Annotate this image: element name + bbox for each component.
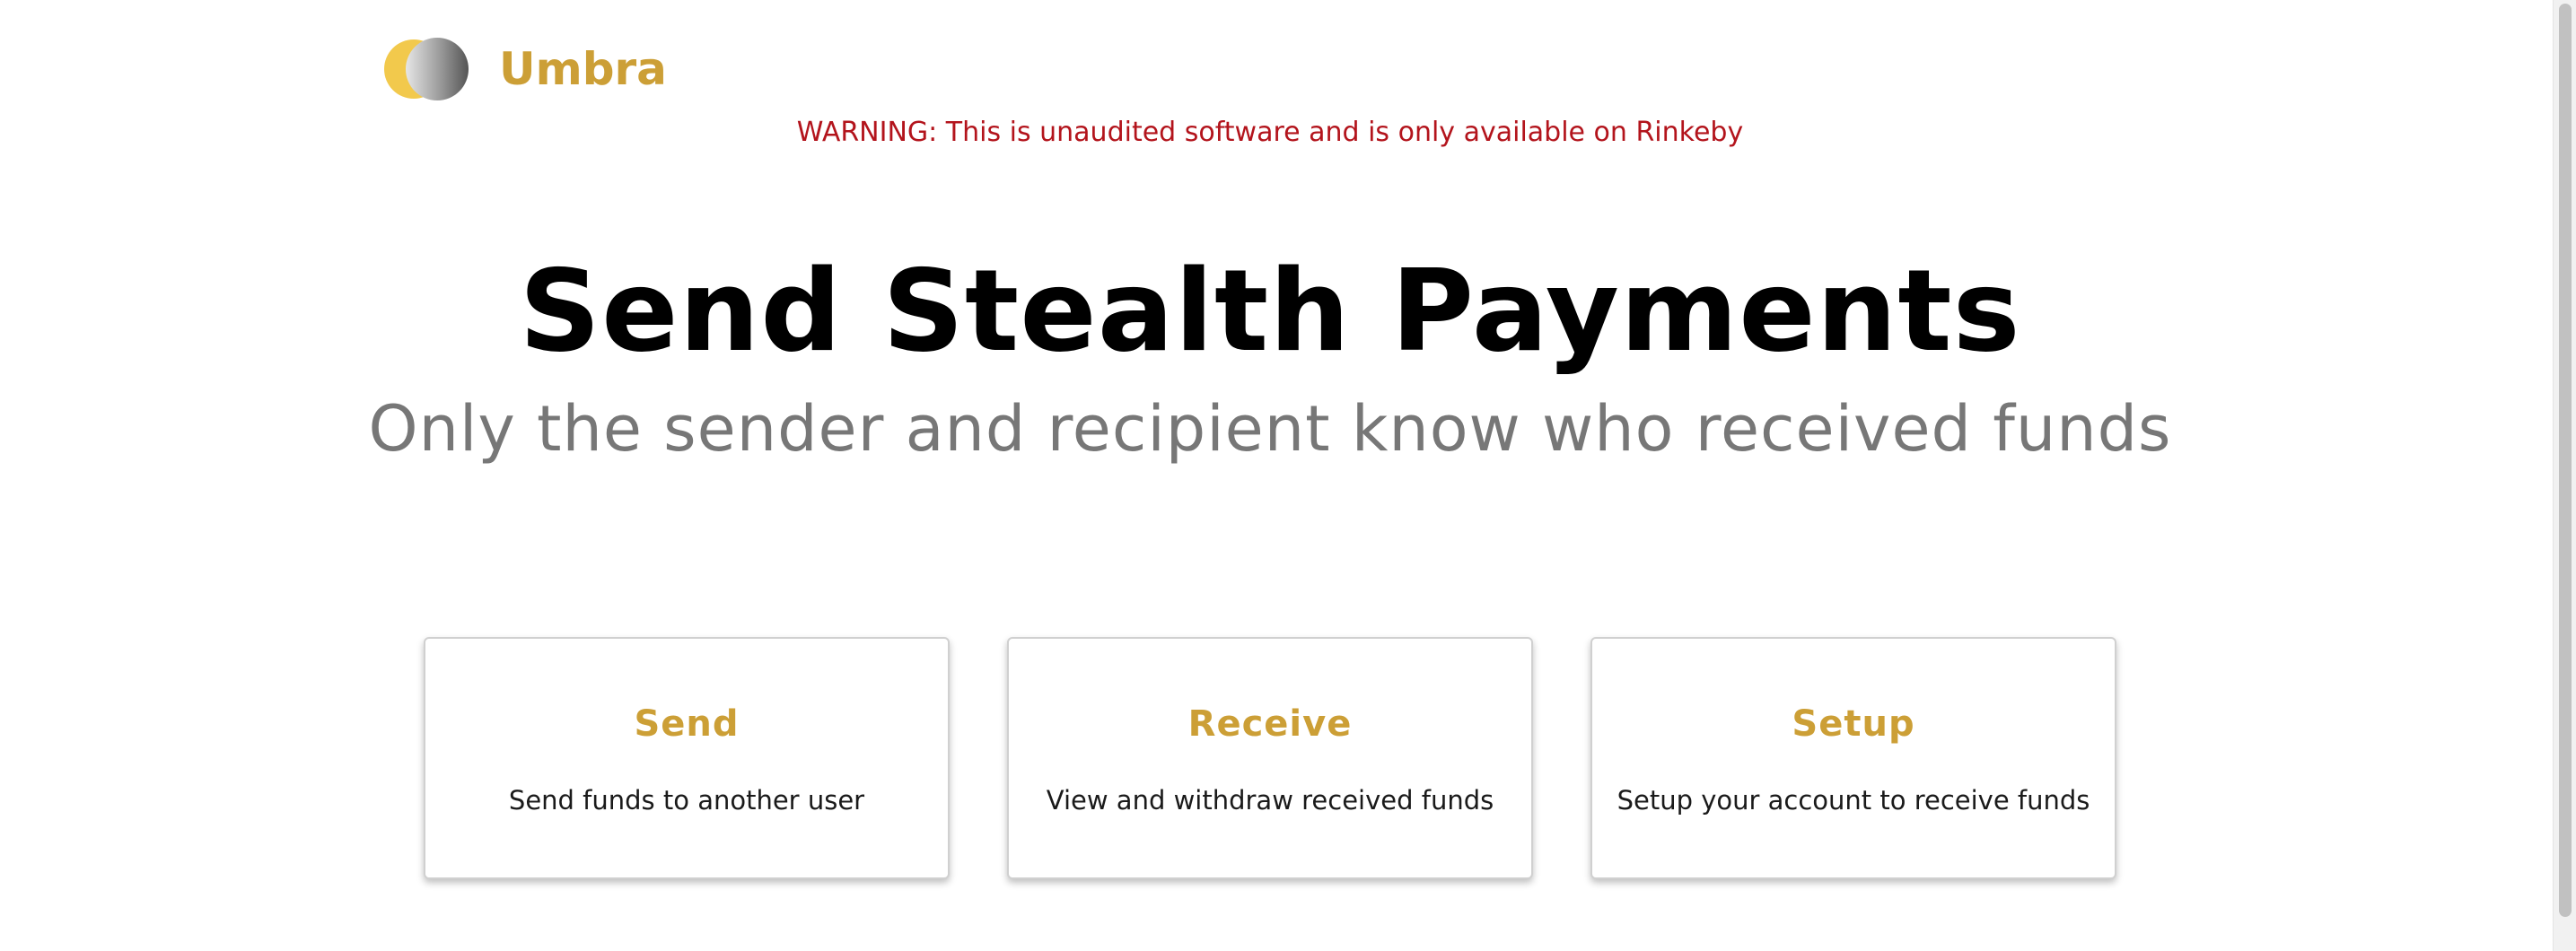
setup-card[interactable]: Setup Setup your account to receive fund…	[1590, 637, 2116, 879]
logo-moon-shape	[406, 38, 469, 100]
warning-banner: WARNING: This is unaudited software and …	[796, 117, 1744, 148]
scrollbar-thumb[interactable]	[2559, 4, 2572, 917]
page-subtitle: Only the sender and recipient know who r…	[368, 392, 2172, 466]
brand-name[interactable]: Umbra	[499, 39, 667, 99]
umbra-logo-icon[interactable]	[384, 38, 469, 100]
send-card[interactable]: Send Send funds to another user	[424, 637, 950, 879]
send-card-description: Send funds to another user	[508, 785, 865, 816]
receive-card-title: Receive	[1187, 703, 1353, 745]
send-card-title: Send	[634, 703, 740, 745]
receive-card[interactable]: Receive View and withdraw received funds	[1007, 637, 1533, 879]
vertical-scrollbar[interactable]	[2553, 0, 2576, 951]
setup-card-description: Setup your account to receive funds	[1617, 785, 2090, 816]
page-title: Send Stealth Payments	[519, 245, 2021, 377]
page: Umbra WARNING: This is unaudited softwar…	[0, 0, 2576, 951]
setup-card-title: Setup	[1792, 703, 1915, 745]
receive-card-description: View and withdraw received funds	[1046, 785, 1494, 816]
